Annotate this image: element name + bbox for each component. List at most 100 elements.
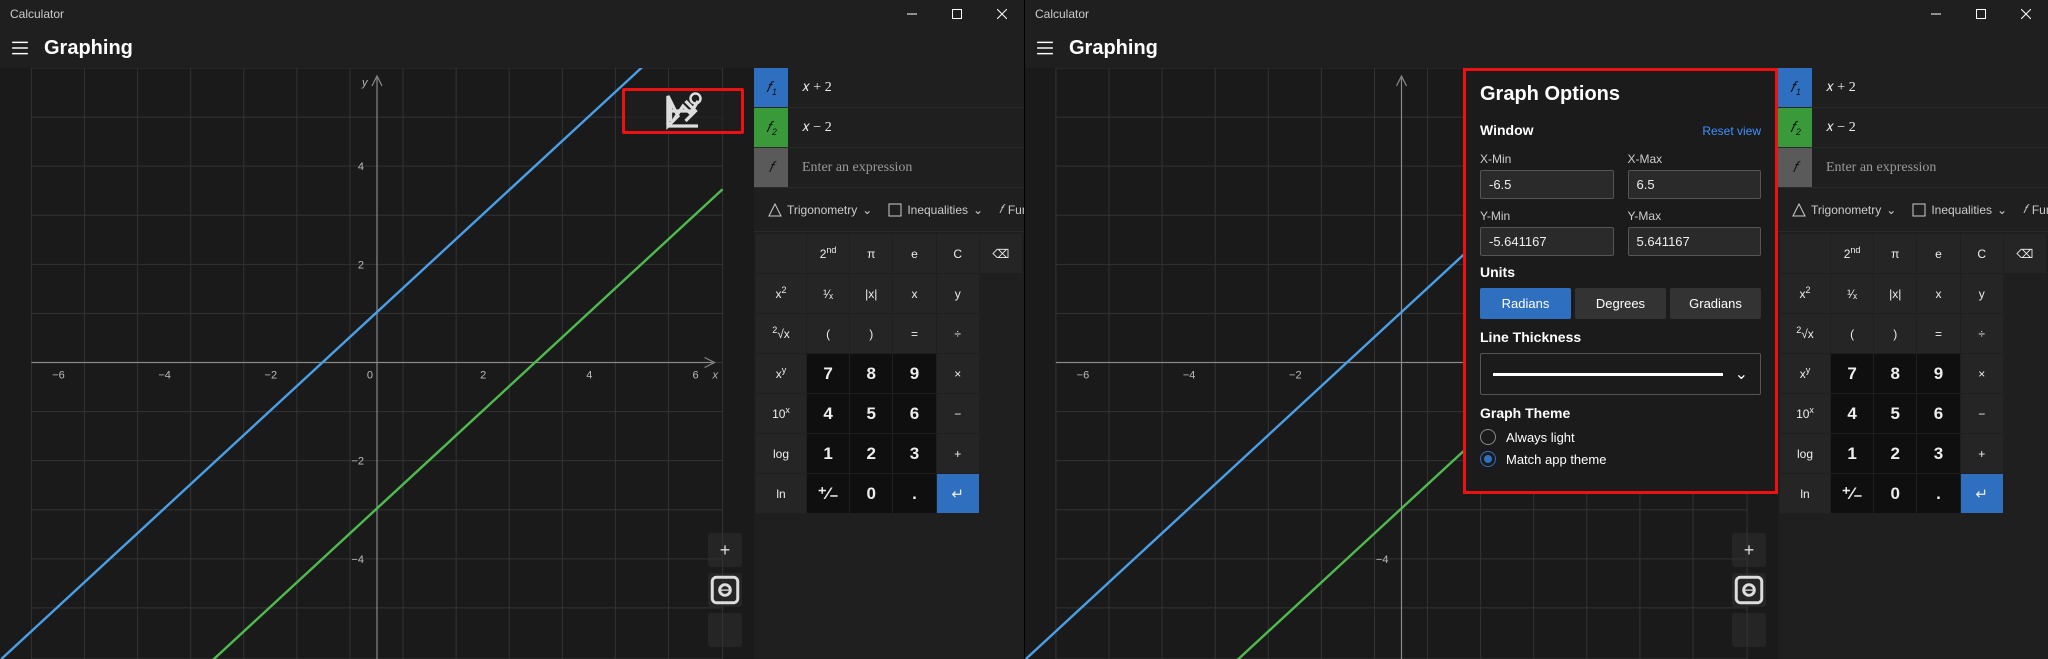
theme-match-row[interactable]: Match app theme <box>1480 451 1761 467</box>
key-10x[interactable]: 10x <box>1780 394 1830 433</box>
key-0[interactable]: 0 <box>1874 474 1916 513</box>
key-8[interactable]: 8 <box>850 354 892 393</box>
key-lparen[interactable]: ( <box>1831 314 1873 353</box>
key-sqrt[interactable]: 2√x <box>1780 314 1830 353</box>
key-log[interactable]: log <box>1780 434 1830 473</box>
key-lparen[interactable]: ( <box>807 314 849 353</box>
graph-area[interactable]: y x −6−4−20246 −4−224 + − <box>0 68 754 659</box>
key-neg[interactable]: ⁺⁄₋ <box>1831 474 1873 513</box>
key-add[interactable]: + <box>1961 434 2003 473</box>
key-recip[interactable]: ¹⁄ₓ <box>1831 274 1873 313</box>
function-row-1[interactable]: 𝑓1 𝑥 + 2 <box>1778 68 2048 108</box>
key-2nd[interactable]: 2nd <box>1831 234 1873 273</box>
key-dot[interactable]: . <box>893 474 935 513</box>
key-2[interactable]: 2 <box>850 434 892 473</box>
xmin-input[interactable] <box>1480 170 1614 199</box>
func-category[interactable]: 𝑓Funct <box>993 198 1024 221</box>
key-div[interactable]: ÷ <box>937 314 979 353</box>
key-1[interactable]: 1 <box>1831 434 1873 473</box>
key-1[interactable]: 1 <box>807 434 849 473</box>
key-2[interactable]: 2 <box>1874 434 1916 473</box>
key-3[interactable]: 3 <box>1917 434 1959 473</box>
function-expr-2[interactable]: 𝑥 − 2 <box>1812 108 2048 147</box>
key-10x[interactable]: 10x <box>756 394 806 433</box>
key-5[interactable]: 5 <box>850 394 892 433</box>
key-e[interactable]: e <box>893 234 935 273</box>
key-7[interactable]: 7 <box>807 354 849 393</box>
key-pi[interactable]: π <box>850 234 892 273</box>
function-expr-1[interactable]: 𝑥 + 2 <box>788 68 1024 107</box>
function-expr-1[interactable]: 𝑥 + 2 <box>1812 68 2048 107</box>
key-abs[interactable]: |x| <box>850 274 892 313</box>
key-clear[interactable]: C <box>937 234 979 273</box>
key-mul[interactable]: × <box>937 354 979 393</box>
key-6[interactable]: 6 <box>893 394 935 433</box>
function-row-2[interactable]: 𝑓2 𝑥 − 2 <box>1778 108 2048 148</box>
key-6[interactable]: 6 <box>1917 394 1959 433</box>
reset-view-link[interactable]: Reset view <box>1702 124 1761 138</box>
key-3[interactable]: 3 <box>893 434 935 473</box>
function-row-new[interactable]: 𝑓 Enter an expression <box>1778 148 2048 188</box>
function-expr-placeholder[interactable]: Enter an expression <box>1812 148 2048 187</box>
key-eq[interactable]: = <box>1917 314 1959 353</box>
function-row-2[interactable]: 𝑓2 𝑥 − 2 <box>754 108 1024 148</box>
key-sqrt[interactable]: 2√x <box>756 314 806 353</box>
key-y[interactable]: y <box>1961 274 2003 313</box>
graph-options-icon[interactable] <box>707 101 727 121</box>
key-neg[interactable]: ⁺⁄₋ <box>807 474 849 513</box>
key-pi[interactable]: π <box>1874 234 1916 273</box>
key-rparen[interactable]: ) <box>850 314 892 353</box>
ineq-category[interactable]: Inequalities⌄ <box>1906 199 2013 221</box>
key-8[interactable]: 8 <box>1874 354 1916 393</box>
key-sub[interactable]: − <box>937 394 979 433</box>
ineq-category[interactable]: Inequalities⌄ <box>882 199 989 221</box>
key-2nd[interactable]: 2nd <box>807 234 849 273</box>
key-9[interactable]: 9 <box>1917 354 1959 393</box>
function-expr-2[interactable]: 𝑥 − 2 <box>788 108 1024 147</box>
key-4[interactable]: 4 <box>807 394 849 433</box>
key-e[interactable]: e <box>1917 234 1959 273</box>
function-row-1[interactable]: 𝑓1 𝑥 + 2 <box>754 68 1024 108</box>
key-rparen[interactable]: ) <box>1874 314 1916 353</box>
hamburger-icon[interactable] <box>1035 38 1055 58</box>
radio-match-theme[interactable] <box>1480 451 1496 467</box>
func-category[interactable]: 𝑓Funct <box>2017 198 2048 221</box>
units-degrees[interactable]: Degrees <box>1575 288 1666 319</box>
ymax-input[interactable] <box>1628 227 1762 256</box>
key-4[interactable]: 4 <box>1831 394 1873 433</box>
key-abs[interactable]: |x| <box>1874 274 1916 313</box>
maximize-button[interactable] <box>1958 0 2003 28</box>
key-7[interactable]: 7 <box>1831 354 1873 393</box>
zoom-fit-button[interactable] <box>1732 613 1766 647</box>
units-gradians[interactable]: Gradians <box>1670 288 1761 319</box>
graph-area[interactable]: −6−4−26 −4 Graph Options Window Reset vi… <box>1025 68 1778 659</box>
key-x[interactable]: x <box>893 274 935 313</box>
key-enter[interactable]: ↵ <box>937 474 979 513</box>
key-backspace[interactable]: ⌫ <box>980 234 1022 273</box>
trig-category[interactable]: Trigonometry⌄ <box>762 199 878 221</box>
radio-always-light[interactable] <box>1480 429 1496 445</box>
units-radians[interactable]: Radians <box>1480 288 1571 319</box>
thickness-select[interactable]: ⌄ <box>1480 353 1761 395</box>
key-0[interactable]: 0 <box>850 474 892 513</box>
key-backspace[interactable]: ⌫ <box>2004 234 2046 273</box>
key-log[interactable]: log <box>756 434 806 473</box>
key-xsq[interactable]: x2 <box>1780 274 1830 313</box>
key-xy[interactable]: xy <box>756 354 806 393</box>
key-ln[interactable]: ln <box>1780 474 1830 513</box>
key-add[interactable]: + <box>937 434 979 473</box>
minimize-button[interactable] <box>889 0 934 28</box>
key-div[interactable]: ÷ <box>1961 314 2003 353</box>
key-5[interactable]: 5 <box>1874 394 1916 433</box>
key-dot[interactable]: . <box>1917 474 1959 513</box>
key-sub[interactable]: − <box>1961 394 2003 433</box>
key-enter[interactable]: ↵ <box>1961 474 2003 513</box>
maximize-button[interactable] <box>934 0 979 28</box>
function-expr-placeholder[interactable]: Enter an expression <box>788 148 1024 187</box>
key-xy[interactable]: xy <box>1780 354 1830 393</box>
xmax-input[interactable] <box>1628 170 1762 199</box>
key-mul[interactable]: × <box>1961 354 2003 393</box>
key-9[interactable]: 9 <box>893 354 935 393</box>
close-button[interactable] <box>2003 0 2048 28</box>
close-button[interactable] <box>979 0 1024 28</box>
